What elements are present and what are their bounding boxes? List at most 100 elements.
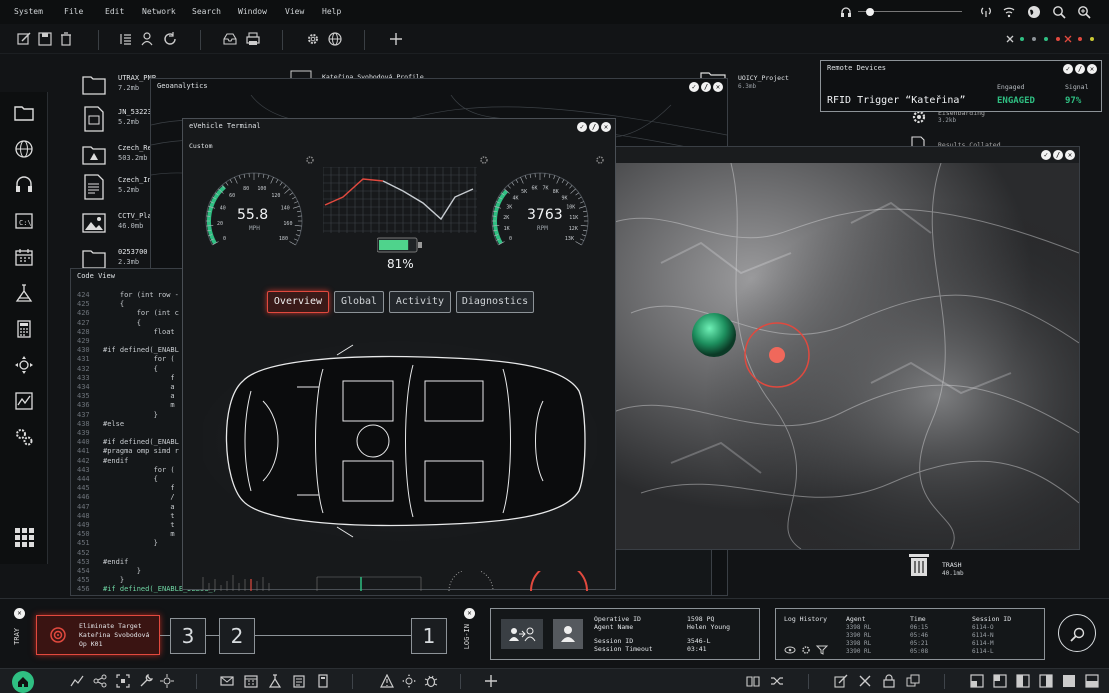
filter-icon[interactable]: [815, 645, 829, 655]
windows-icon[interactable]: [906, 674, 920, 688]
green-target-marker[interactable]: [692, 313, 736, 357]
lock-icon[interactable]: [882, 674, 896, 688]
trash-bin-icon[interactable]: [908, 552, 930, 578]
minimize-button[interactable]: ✓: [689, 82, 699, 92]
shuffle-icon[interactable]: [770, 674, 784, 688]
wrench-icon[interactable]: [139, 674, 153, 688]
headset-icon[interactable]: [13, 174, 35, 196]
tab-diagnostics[interactable]: Diagnostics: [456, 291, 534, 313]
trash-icon[interactable]: [58, 31, 74, 47]
home-button[interactable]: [12, 671, 34, 693]
clipboard-icon[interactable]: [292, 674, 306, 688]
volume-slider-handle[interactable]: [866, 8, 874, 16]
red-target-marker[interactable]: [769, 347, 785, 363]
search-icon[interactable]: [1052, 5, 1066, 19]
navigation-icon[interactable]: [13, 354, 35, 376]
close-button[interactable]: ✕: [1065, 150, 1075, 160]
layout-right-icon[interactable]: [1039, 674, 1053, 688]
satellite-terrain-image[interactable]: [611, 163, 1079, 549]
bug-icon[interactable]: [424, 674, 438, 688]
tab-activity[interactable]: Activity: [389, 291, 451, 313]
antenna-icon[interactable]: [980, 6, 992, 18]
edit-icon[interactable]: [16, 31, 32, 47]
tab-global[interactable]: Global: [334, 291, 384, 313]
book-icon[interactable]: [746, 674, 760, 688]
gear-icon[interactable]: [305, 155, 315, 165]
close-button[interactable]: ✕: [601, 122, 611, 132]
headphones-icon[interactable]: [840, 6, 852, 18]
lab-icon[interactable]: [13, 282, 35, 304]
settings-icon[interactable]: [305, 31, 321, 47]
gears-icon[interactable]: [13, 426, 35, 448]
close-button[interactable]: ✕: [713, 82, 723, 92]
scan-icon[interactable]: [116, 674, 130, 688]
menu-search[interactable]: Search: [192, 7, 221, 16]
tab-overview[interactable]: Overview: [267, 291, 329, 313]
maximize-button[interactable]: /: [701, 82, 711, 92]
wifi-icon[interactable]: [1003, 6, 1015, 18]
mail-icon[interactable]: [220, 674, 234, 688]
user-icon[interactable]: [140, 31, 156, 47]
minimize-button[interactable]: ✓: [1063, 64, 1073, 74]
menu-file[interactable]: File: [64, 7, 83, 16]
calendar-icon[interactable]: [244, 674, 258, 688]
globe-icon[interactable]: [1027, 5, 1041, 19]
tools-icon[interactable]: [858, 674, 872, 688]
printer-icon[interactable]: [245, 31, 261, 47]
layout-quarter-icon[interactable]: [970, 674, 984, 688]
apps-grid-icon[interactable]: [13, 526, 35, 548]
vehicle-wireframe[interactable]: [203, 341, 597, 541]
tray-close-button[interactable]: ✕: [14, 608, 25, 619]
globe-icon[interactable]: [327, 31, 343, 47]
refresh-icon[interactable]: [162, 31, 178, 47]
maximize-button[interactable]: /: [589, 122, 599, 132]
chart-icon[interactable]: [13, 390, 35, 412]
project-file-name[interactable]: UOICY_Project: [738, 74, 789, 82]
share-icon[interactable]: [93, 674, 107, 688]
agent-switch-button[interactable]: [501, 619, 543, 649]
calculator-icon[interactable]: [316, 674, 330, 688]
warning-icon[interactable]: [380, 674, 394, 688]
menu-network[interactable]: Network: [142, 7, 176, 16]
inbox-icon[interactable]: [222, 31, 238, 47]
add-icon[interactable]: [484, 674, 498, 688]
minimize-button[interactable]: ✓: [577, 122, 587, 132]
layout-left-icon[interactable]: [1016, 674, 1030, 688]
close-button[interactable]: ✕: [1087, 64, 1097, 74]
calendar-icon[interactable]: [13, 246, 35, 268]
menu-system[interactable]: System: [14, 7, 43, 16]
layout-bottom-icon[interactable]: [1085, 674, 1099, 688]
device-name[interactable]: RFID Trigger “Kateřina”: [827, 95, 965, 106]
menu-edit[interactable]: Edit: [105, 7, 124, 16]
menu-window[interactable]: Window: [238, 7, 267, 16]
layout-corner-icon[interactable]: [993, 674, 1007, 688]
edit-icon[interactable]: [834, 674, 848, 688]
maximize-button[interactable]: /: [1075, 64, 1085, 74]
minimize-button[interactable]: ✓: [1041, 150, 1051, 160]
step-2-button[interactable]: 2: [219, 618, 255, 654]
terminal-icon[interactable]: C:\: [13, 210, 35, 232]
login-close-button[interactable]: ✕: [464, 608, 475, 619]
step-3-button[interactable]: 3: [170, 618, 206, 654]
menu-help[interactable]: Help: [322, 7, 341, 16]
gear-icon[interactable]: [802, 646, 810, 654]
save-icon[interactable]: [37, 31, 53, 47]
tray-search-button[interactable]: [1058, 614, 1096, 652]
navigation-icon[interactable]: [402, 674, 416, 688]
line-graph-icon[interactable]: [70, 674, 84, 688]
crosshair-icon[interactable]: [160, 674, 174, 688]
calculator-icon[interactable]: [13, 318, 35, 340]
task-eliminate-target[interactable]: Eliminate Target Kateřina Svobodová Op K…: [36, 615, 160, 655]
step-1-button[interactable]: 1: [411, 618, 447, 654]
add-icon[interactable]: [388, 31, 404, 47]
layout-full-icon[interactable]: [1062, 674, 1076, 688]
folder-icon[interactable]: [13, 102, 35, 124]
zoom-icon[interactable]: [1077, 5, 1091, 19]
globe-icon[interactable]: [13, 138, 35, 160]
menu-view[interactable]: View: [285, 7, 304, 16]
gear-icon[interactable]: [595, 155, 605, 165]
gear-icon[interactable]: [479, 155, 489, 165]
lab-icon[interactable]: [268, 674, 282, 688]
list-icon[interactable]: [118, 31, 134, 47]
maximize-button[interactable]: /: [1053, 150, 1063, 160]
